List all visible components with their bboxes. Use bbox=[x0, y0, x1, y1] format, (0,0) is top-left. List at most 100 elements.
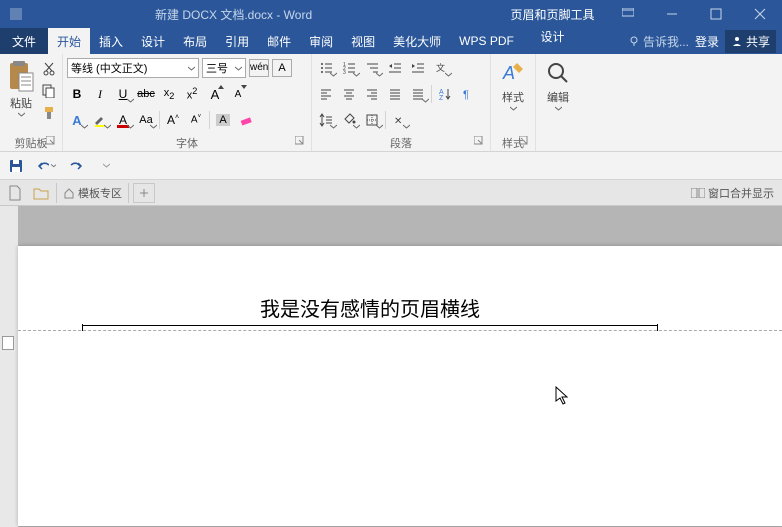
word-icon bbox=[10, 8, 22, 20]
dialog-launcher-icon[interactable] bbox=[519, 136, 529, 146]
chevron-down-icon bbox=[188, 65, 195, 72]
open-folder-button[interactable] bbox=[30, 183, 52, 203]
share-button[interactable]: 共享 bbox=[725, 30, 776, 53]
copy-button[interactable] bbox=[40, 83, 58, 99]
character-border-button[interactable]: A bbox=[272, 59, 292, 77]
strikethrough-button[interactable]: abc bbox=[136, 84, 156, 104]
font-color-button[interactable]: A bbox=[113, 110, 133, 130]
tab-review[interactable]: 审阅 bbox=[300, 28, 342, 54]
line-spacing-button[interactable] bbox=[316, 110, 336, 130]
header-area[interactable]: 我是没有感情的页眉横线 bbox=[82, 290, 658, 326]
tab-beautify[interactable]: 美化大师 bbox=[384, 28, 450, 54]
bullets-button[interactable] bbox=[316, 58, 336, 78]
asian-layout-button[interactable]: ✕ bbox=[389, 110, 409, 130]
sort-button[interactable]: AZ bbox=[435, 84, 455, 104]
tab-references[interactable]: 引用 bbox=[216, 28, 258, 54]
group-editing-label bbox=[540, 135, 576, 151]
text-direction-button[interactable]: 文 bbox=[431, 58, 451, 78]
add-tab-button[interactable] bbox=[133, 183, 155, 203]
borders-button[interactable] bbox=[362, 110, 382, 130]
shading-button[interactable] bbox=[339, 110, 359, 130]
header-text: 我是没有感情的页眉横线 bbox=[260, 293, 480, 322]
group-paragraph: 123 文 AZ ¶ bbox=[312, 54, 491, 151]
character-shading-button[interactable]: A bbox=[213, 110, 233, 130]
save-button[interactable] bbox=[6, 156, 26, 176]
highlight-button[interactable] bbox=[90, 110, 110, 130]
minimize-button[interactable] bbox=[650, 0, 694, 28]
dialog-launcher-icon[interactable] bbox=[295, 136, 305, 146]
tab-stop-marker[interactable] bbox=[2, 336, 14, 350]
window-merge-icon bbox=[691, 188, 705, 198]
tell-me[interactable]: 告诉我... bbox=[628, 33, 689, 50]
copy-icon bbox=[42, 84, 56, 98]
tab-view[interactable]: 视图 bbox=[342, 28, 384, 54]
page[interactable]: 我是没有感情的页眉横线 bbox=[18, 246, 782, 526]
sort-icon: AZ bbox=[438, 87, 452, 101]
group-font: 等线 (中文正文) 三号 wén A B I U abc x2 x2 A A A bbox=[63, 54, 312, 151]
bold-button[interactable]: B bbox=[67, 84, 87, 104]
font-size-combo[interactable]: 三号 bbox=[202, 58, 246, 78]
undo-button[interactable] bbox=[36, 156, 56, 176]
clear-formatting-button[interactable] bbox=[236, 110, 256, 130]
dialog-launcher-icon[interactable] bbox=[46, 136, 56, 146]
merge-display-button[interactable]: 窗口合并显示 bbox=[691, 185, 778, 201]
justify-button[interactable] bbox=[385, 84, 405, 104]
phonetic-guide-button[interactable]: wén bbox=[249, 59, 269, 77]
ribbon-options-button[interactable] bbox=[606, 0, 650, 28]
shrink-font-alt-button[interactable]: A˅ bbox=[186, 110, 206, 130]
tab-mailings[interactable]: 邮件 bbox=[258, 28, 300, 54]
svg-text:✕: ✕ bbox=[394, 116, 402, 127]
styles-button[interactable]: A 样式 bbox=[495, 57, 531, 112]
distributed-button[interactable] bbox=[408, 84, 428, 104]
chevron-down-icon bbox=[555, 105, 562, 112]
superscript-button[interactable]: x2 bbox=[182, 84, 202, 104]
file-tab[interactable]: 文件 bbox=[0, 28, 48, 54]
new-doc-button[interactable] bbox=[4, 183, 26, 203]
decrease-indent-button[interactable] bbox=[385, 58, 405, 78]
folder-icon bbox=[33, 186, 49, 200]
italic-button[interactable]: I bbox=[90, 84, 110, 104]
window-title: 新建 DOCX 文档.docx - Word bbox=[155, 6, 312, 23]
plus-icon bbox=[138, 187, 150, 199]
login-button[interactable]: 登录 bbox=[695, 33, 719, 50]
change-case-button[interactable]: Aa bbox=[136, 110, 156, 130]
increase-indent-button[interactable] bbox=[408, 58, 428, 78]
vertical-ruler[interactable] bbox=[0, 206, 18, 527]
tab-design[interactable]: 设计 bbox=[132, 28, 174, 54]
format-painter-button[interactable] bbox=[40, 105, 58, 121]
show-marks-button[interactable]: ¶ bbox=[458, 84, 478, 104]
multilevel-list-button[interactable] bbox=[362, 58, 382, 78]
tab-home[interactable]: 开始 bbox=[48, 28, 90, 54]
titlebar: 新建 DOCX 文档.docx - Word 页眉和页脚工具 bbox=[0, 0, 782, 28]
align-left-button[interactable] bbox=[316, 84, 336, 104]
text-effects-button[interactable]: A bbox=[67, 110, 87, 130]
document-tabs: 模板专区 窗口合并显示 bbox=[0, 180, 782, 206]
tab-layout[interactable]: 布局 bbox=[174, 28, 216, 54]
editing-label: 编辑 bbox=[547, 89, 569, 105]
tab-insert[interactable]: 插入 bbox=[90, 28, 132, 54]
svg-text:文: 文 bbox=[436, 62, 445, 73]
chevron-down-icon bbox=[235, 65, 242, 72]
underline-button[interactable]: U bbox=[113, 84, 133, 104]
subscript-button[interactable]: x2 bbox=[159, 84, 179, 104]
editing-button[interactable]: 编辑 bbox=[540, 57, 576, 112]
align-center-button[interactable] bbox=[339, 84, 359, 104]
paste-button[interactable]: 粘贴 bbox=[4, 57, 38, 118]
numbering-button[interactable]: 123 bbox=[339, 58, 359, 78]
shrink-font-button[interactable]: A bbox=[228, 84, 248, 104]
quick-access-toolbar bbox=[0, 152, 782, 180]
tab-context-design[interactable]: 设计 bbox=[495, 28, 610, 45]
cut-button[interactable] bbox=[40, 61, 58, 77]
share-icon bbox=[731, 35, 743, 47]
dialog-launcher-icon[interactable] bbox=[474, 136, 484, 146]
maximize-button[interactable] bbox=[694, 0, 738, 28]
grow-font-button[interactable]: A bbox=[205, 84, 225, 104]
align-right-button[interactable] bbox=[362, 84, 382, 104]
grow-font-alt-button[interactable]: A˄ bbox=[163, 110, 183, 130]
font-name-combo[interactable]: 等线 (中文正文) bbox=[67, 58, 199, 78]
close-button[interactable] bbox=[738, 0, 782, 28]
save-icon bbox=[8, 158, 24, 174]
redo-button[interactable] bbox=[66, 156, 86, 176]
qat-customize-button[interactable] bbox=[96, 156, 116, 176]
template-zone-tab[interactable]: 模板专区 bbox=[56, 183, 129, 203]
